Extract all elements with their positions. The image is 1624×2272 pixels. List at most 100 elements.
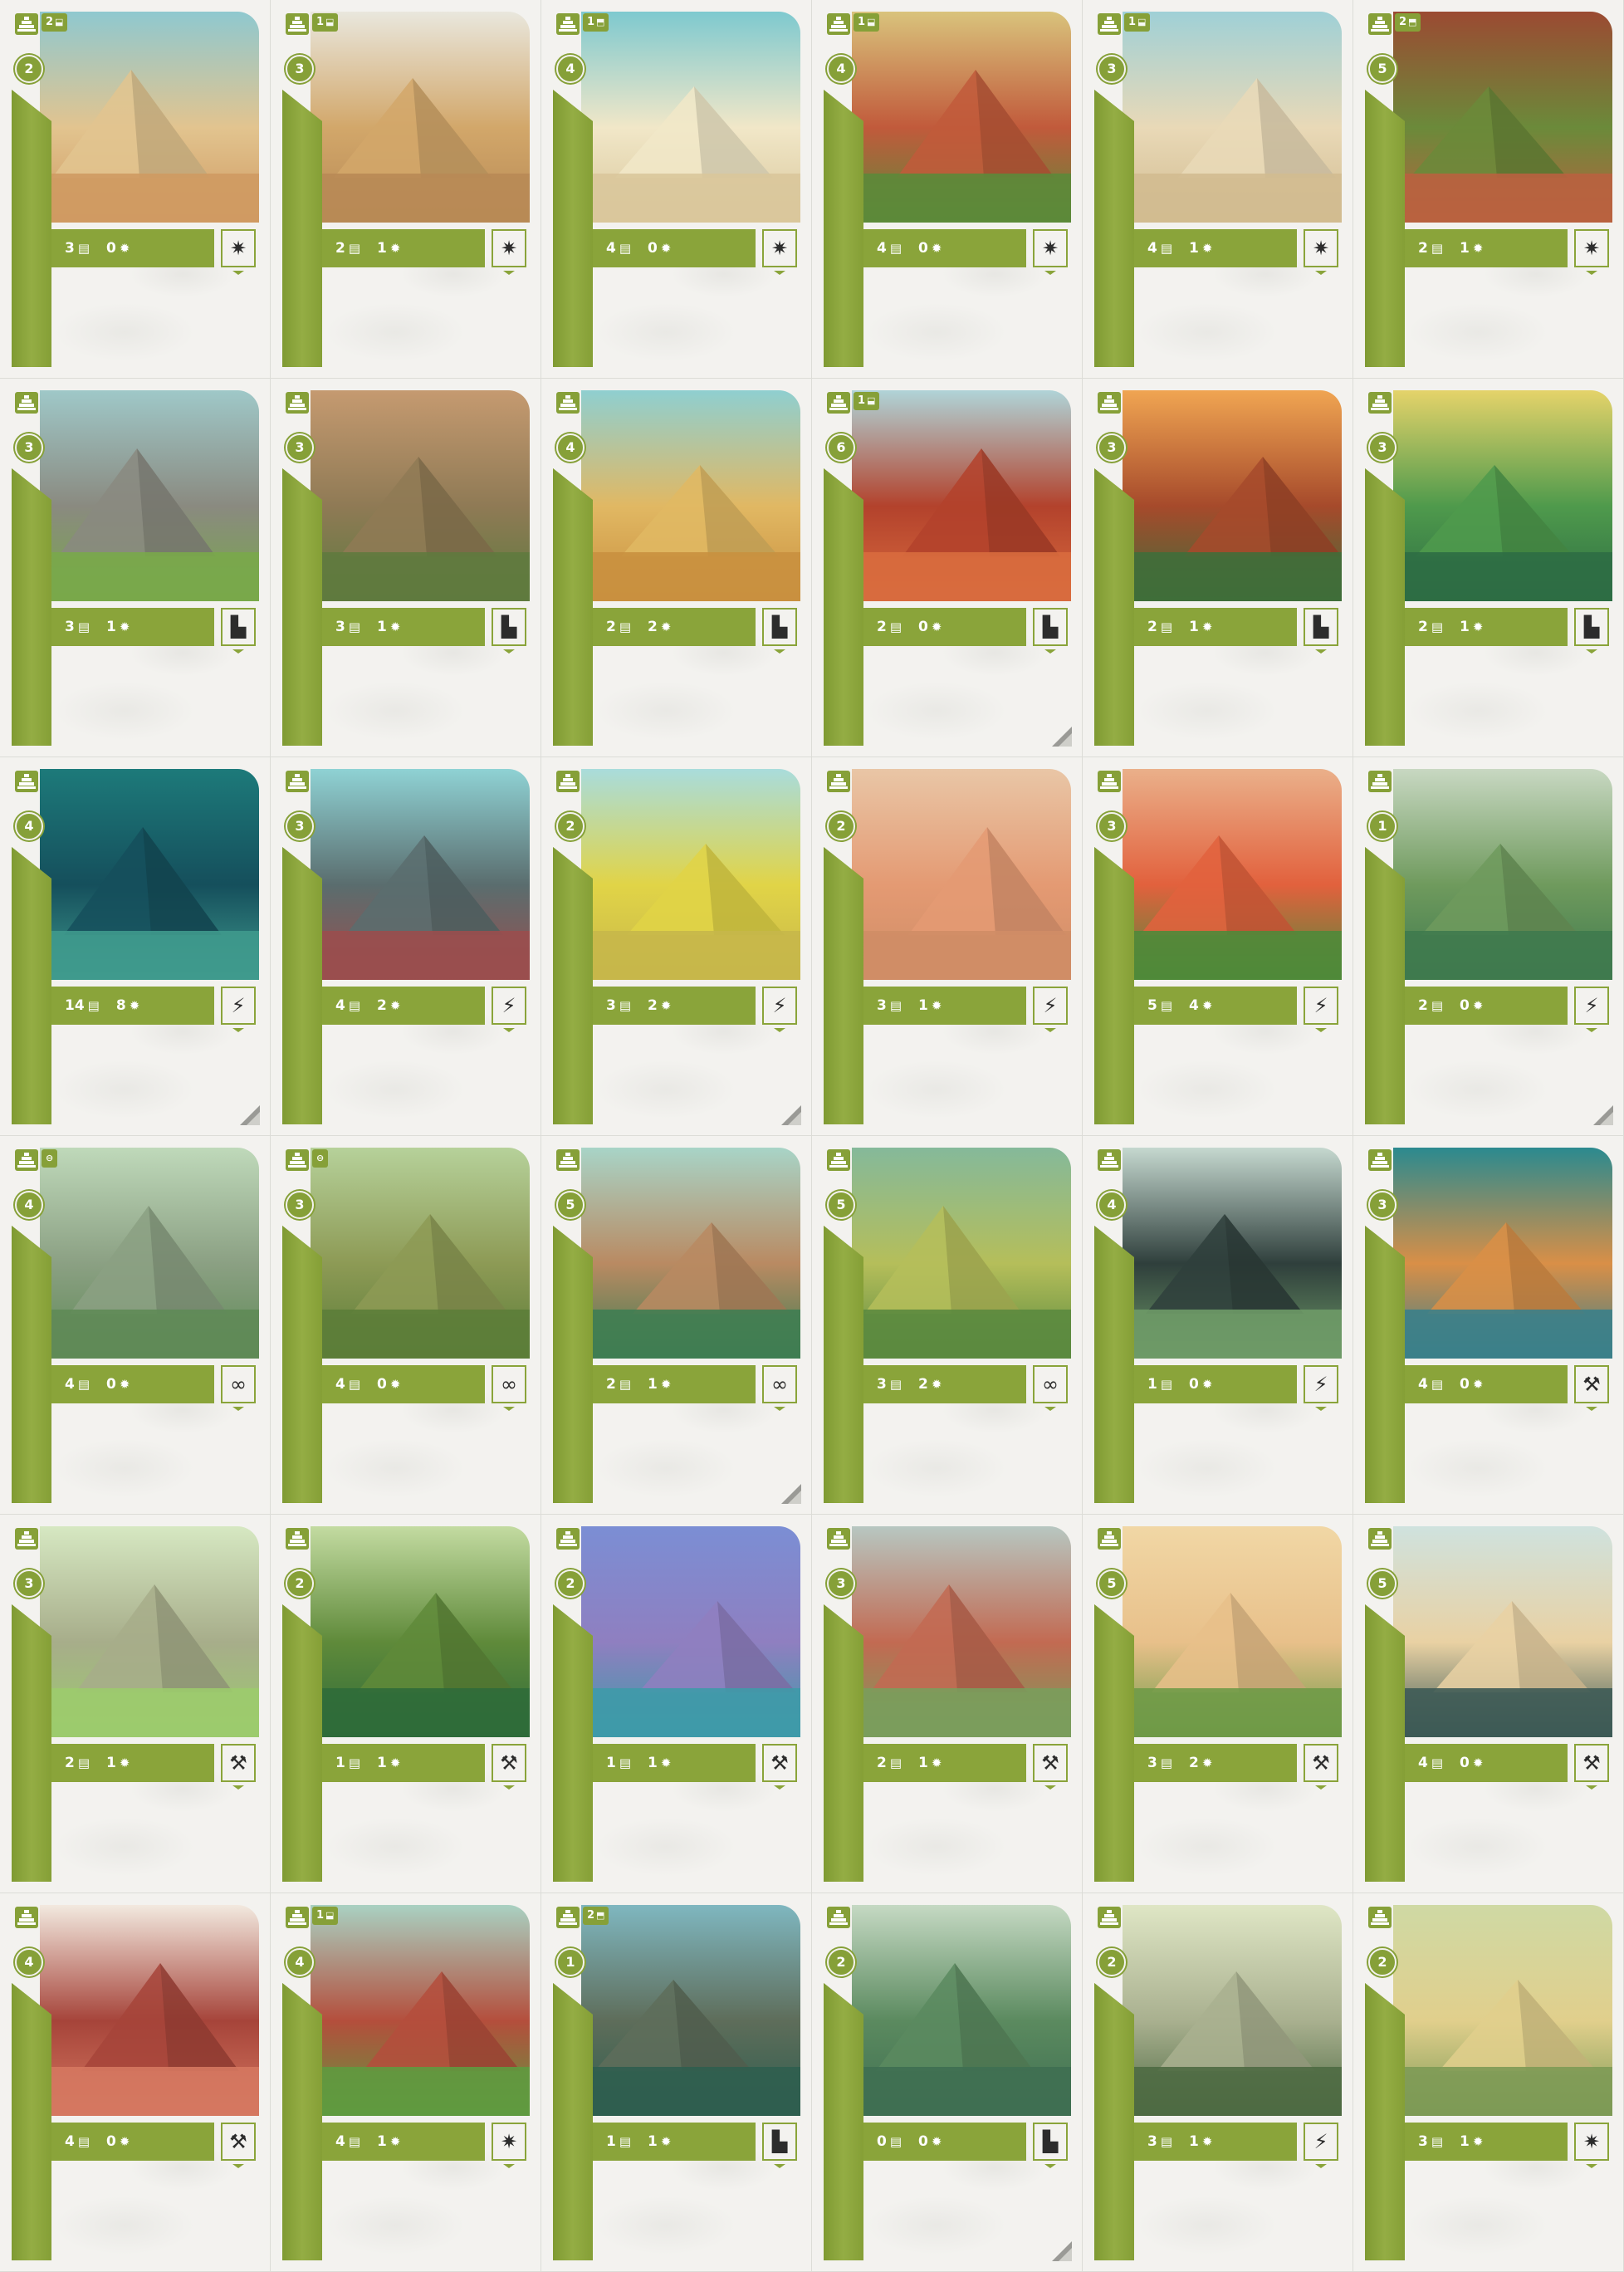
monument-card[interactable]: 4 14 ▤ 8 ✹ ⚡	[0, 757, 271, 1136]
monument-card[interactable]: 4 1 ⬓ 4 ▤ 1 ✹ ✷	[271, 1893, 541, 2272]
compass-star-icon[interactable]: ✷	[1574, 2123, 1609, 2161]
card-illustration	[40, 12, 259, 223]
monument-card[interactable]: 2 1 ▤ 1 ✹ ⚒	[541, 1515, 812, 1893]
card-illustration	[311, 769, 530, 980]
infinity-icon[interactable]: ∞	[762, 1365, 797, 1403]
monument-card[interactable]: 5 3 ▤ 2 ✹ ∞	[812, 1136, 1083, 1515]
card-illustration	[1393, 1148, 1612, 1359]
staircase-icon[interactable]: ▙	[221, 608, 256, 646]
cards-stat: 2 ▤	[877, 619, 902, 635]
monument-card[interactable]: 3 4 ▤ 2 ✹ ⚡	[271, 757, 541, 1136]
monument-card[interactable]: 3 2 ▤ 1 ✹ ▙	[1353, 379, 1624, 757]
staircase-icon[interactable]: ▙	[1033, 2123, 1068, 2161]
monument-card[interactable]: 4 2 ▤ 2 ✹ ▙	[541, 379, 812, 757]
hammer-icon[interactable]: ⚒	[1304, 1744, 1338, 1782]
monument-card[interactable]: 3 3 ▤ 1 ✹ ▙	[0, 379, 271, 757]
monument-card[interactable]: 3 2 ▤ 1 ✹ ▙	[1083, 379, 1353, 757]
lightning-icon[interactable]: ⚡	[492, 987, 526, 1025]
monument-card[interactable]: 5 2 ⬒ 2 ▤ 1 ✹ ✷	[1353, 0, 1624, 379]
infinity-icon[interactable]: ∞	[1033, 1365, 1068, 1403]
monument-card[interactable]: 4 1 ⬒ 4 ▤ 0 ✹ ✷	[541, 0, 812, 379]
hammer-icon[interactable]: ⚒	[492, 1744, 526, 1782]
cards-stat: 4 ▤	[335, 2133, 360, 2150]
cards-stat: 4 ▤	[606, 240, 631, 257]
monument-card[interactable]: 5 3 ▤ 2 ✹ ⚒	[1083, 1515, 1353, 1893]
infinity-icon[interactable]: ∞	[221, 1365, 256, 1403]
compass-star-icon[interactable]: ✷	[1304, 229, 1338, 267]
ability-tag: 1 ⬒	[583, 13, 609, 32]
card-stats-bar: 4 ▤ 0 ✹	[322, 1365, 485, 1403]
staircase-icon[interactable]: ▙	[1033, 608, 1068, 646]
card-side-band	[1365, 1226, 1405, 1503]
compass-star-icon[interactable]: ✷	[492, 2123, 526, 2161]
monument-card[interactable]: 5 2 ▤ 1 ✹ ∞	[541, 1136, 812, 1515]
compass-star-icon[interactable]: ✷	[221, 229, 256, 267]
monument-card[interactable]: 3 ⊖ 4 ▤ 0 ✹ ∞	[271, 1136, 541, 1515]
cards-value: 2	[877, 1755, 887, 1771]
ability-count: 1	[587, 16, 595, 28]
hammer-icon[interactable]: ⚒	[1033, 1744, 1068, 1782]
monument-card[interactable]: 3 5 ▤ 4 ✹ ⚡	[1083, 757, 1353, 1136]
points-stat: 1 ✹	[1189, 619, 1212, 635]
monument-card[interactable]: 3 2 ▤ 1 ✹ ⚒	[0, 1515, 271, 1893]
monument-card[interactable]: 6 1 ⬓ 2 ▤ 0 ✹ ▙	[812, 379, 1083, 757]
monument-card[interactable]: 3 1 ⬓ 4 ▤ 1 ✹ ✷	[1083, 0, 1353, 379]
staircase-icon[interactable]: ▙	[762, 2123, 797, 2161]
hammer-icon[interactable]: ⚒	[762, 1744, 797, 1782]
pyramid-rank-icon	[286, 1907, 309, 1928]
lightning-icon[interactable]: ⚡	[1304, 2123, 1338, 2161]
monument-card[interactable]: 2 3 ▤ 1 ✹ ⚡	[812, 757, 1083, 1136]
lightning-icon[interactable]: ⚡	[1304, 1365, 1338, 1403]
compass-star-icon[interactable]: ✷	[492, 229, 526, 267]
monument-card[interactable]: 5 4 ▤ 0 ✹ ⚒	[1353, 1515, 1624, 1893]
card-stats-bar: 3 ▤ 2 ✹	[1134, 1744, 1297, 1782]
cards-value: 5	[1147, 997, 1157, 1014]
lightning-icon[interactable]: ⚡	[1574, 987, 1609, 1025]
hammer-icon[interactable]: ⚒	[1574, 1365, 1609, 1403]
cards-value: 4	[877, 240, 887, 257]
caret-icon	[503, 271, 515, 275]
document-icon: ▤	[348, 1755, 361, 1770]
monument-card[interactable]: 2 0 ▤ 0 ✹ ▙	[812, 1893, 1083, 2272]
cup-lock-icon: ⬓	[867, 395, 876, 406]
staircase-icon[interactable]: ▙	[1304, 608, 1338, 646]
points-stat: 0 ✹	[918, 240, 942, 257]
monument-card[interactable]: 1 2 ⬒ 1 ▤ 1 ✹ ▙	[541, 1893, 812, 2272]
hammer-icon[interactable]: ⚒	[1574, 1744, 1609, 1782]
hammer-icon[interactable]: ⚒	[221, 2123, 256, 2161]
compass-star-icon[interactable]: ✷	[762, 229, 797, 267]
card-stats-bar: 4 ▤ 0 ✹	[1405, 1365, 1568, 1403]
card-illustration	[852, 1148, 1071, 1359]
staircase-icon[interactable]: ▙	[492, 608, 526, 646]
lightning-icon[interactable]: ⚡	[1033, 987, 1068, 1025]
infinity-icon[interactable]: ∞	[492, 1365, 526, 1403]
monument-card[interactable]: 2 3 ▤ 1 ✹ ⚡	[1083, 1893, 1353, 2272]
lightning-icon[interactable]: ⚡	[762, 987, 797, 1025]
monument-card[interactable]: 4 1 ⬓ 4 ▤ 0 ✹ ✷	[812, 0, 1083, 379]
monument-card[interactable]: 2 3 ▤ 2 ✹ ⚡	[541, 757, 812, 1136]
card-side-band	[1094, 1604, 1134, 1882]
monument-card[interactable]: 3 3 ▤ 1 ✹ ▙	[271, 379, 541, 757]
monument-card[interactable]: 1 2 ▤ 0 ✹ ⚡	[1353, 757, 1624, 1136]
monument-card[interactable]: 4 1 ▤ 0 ✹ ⚡	[1083, 1136, 1353, 1515]
card-side-band	[1094, 847, 1134, 1124]
monument-card[interactable]: 3 1 ⬓ 2 ▤ 1 ✹ ✷	[271, 0, 541, 379]
compass-star-icon[interactable]: ✷	[1033, 229, 1068, 267]
monument-card[interactable]: 3 2 ▤ 1 ✹ ⚒	[812, 1515, 1083, 1893]
staircase-icon[interactable]: ▙	[1574, 608, 1609, 646]
monument-card[interactable]: 4 4 ▤ 0 ✹ ⚒	[0, 1893, 271, 2272]
lightning-icon[interactable]: ⚡	[1304, 987, 1338, 1025]
monument-card[interactable]: 3 4 ▤ 0 ✹ ⚒	[1353, 1136, 1624, 1515]
monument-card[interactable]: 2 2 ⬓ 3 ▤ 0 ✹ ✷	[0, 0, 271, 379]
cards-value: 3	[65, 240, 75, 257]
hammer-icon[interactable]: ⚒	[221, 1744, 256, 1782]
staircase-icon[interactable]: ▙	[762, 608, 797, 646]
compass-star-icon[interactable]: ✷	[1574, 229, 1609, 267]
card-side-band	[553, 1604, 593, 1882]
monument-card[interactable]: 2 1 ▤ 1 ✹ ⚒	[271, 1515, 541, 1893]
cup-cross-icon: ⬓	[867, 17, 876, 27]
monument-card[interactable]: 2 3 ▤ 1 ✹ ✷	[1353, 1893, 1624, 2272]
lightning-icon[interactable]: ⚡	[221, 987, 256, 1025]
monument-card[interactable]: 4 ⊖ 4 ▤ 0 ✹ ∞	[0, 1136, 271, 1515]
cards-value: 2	[1418, 619, 1428, 635]
